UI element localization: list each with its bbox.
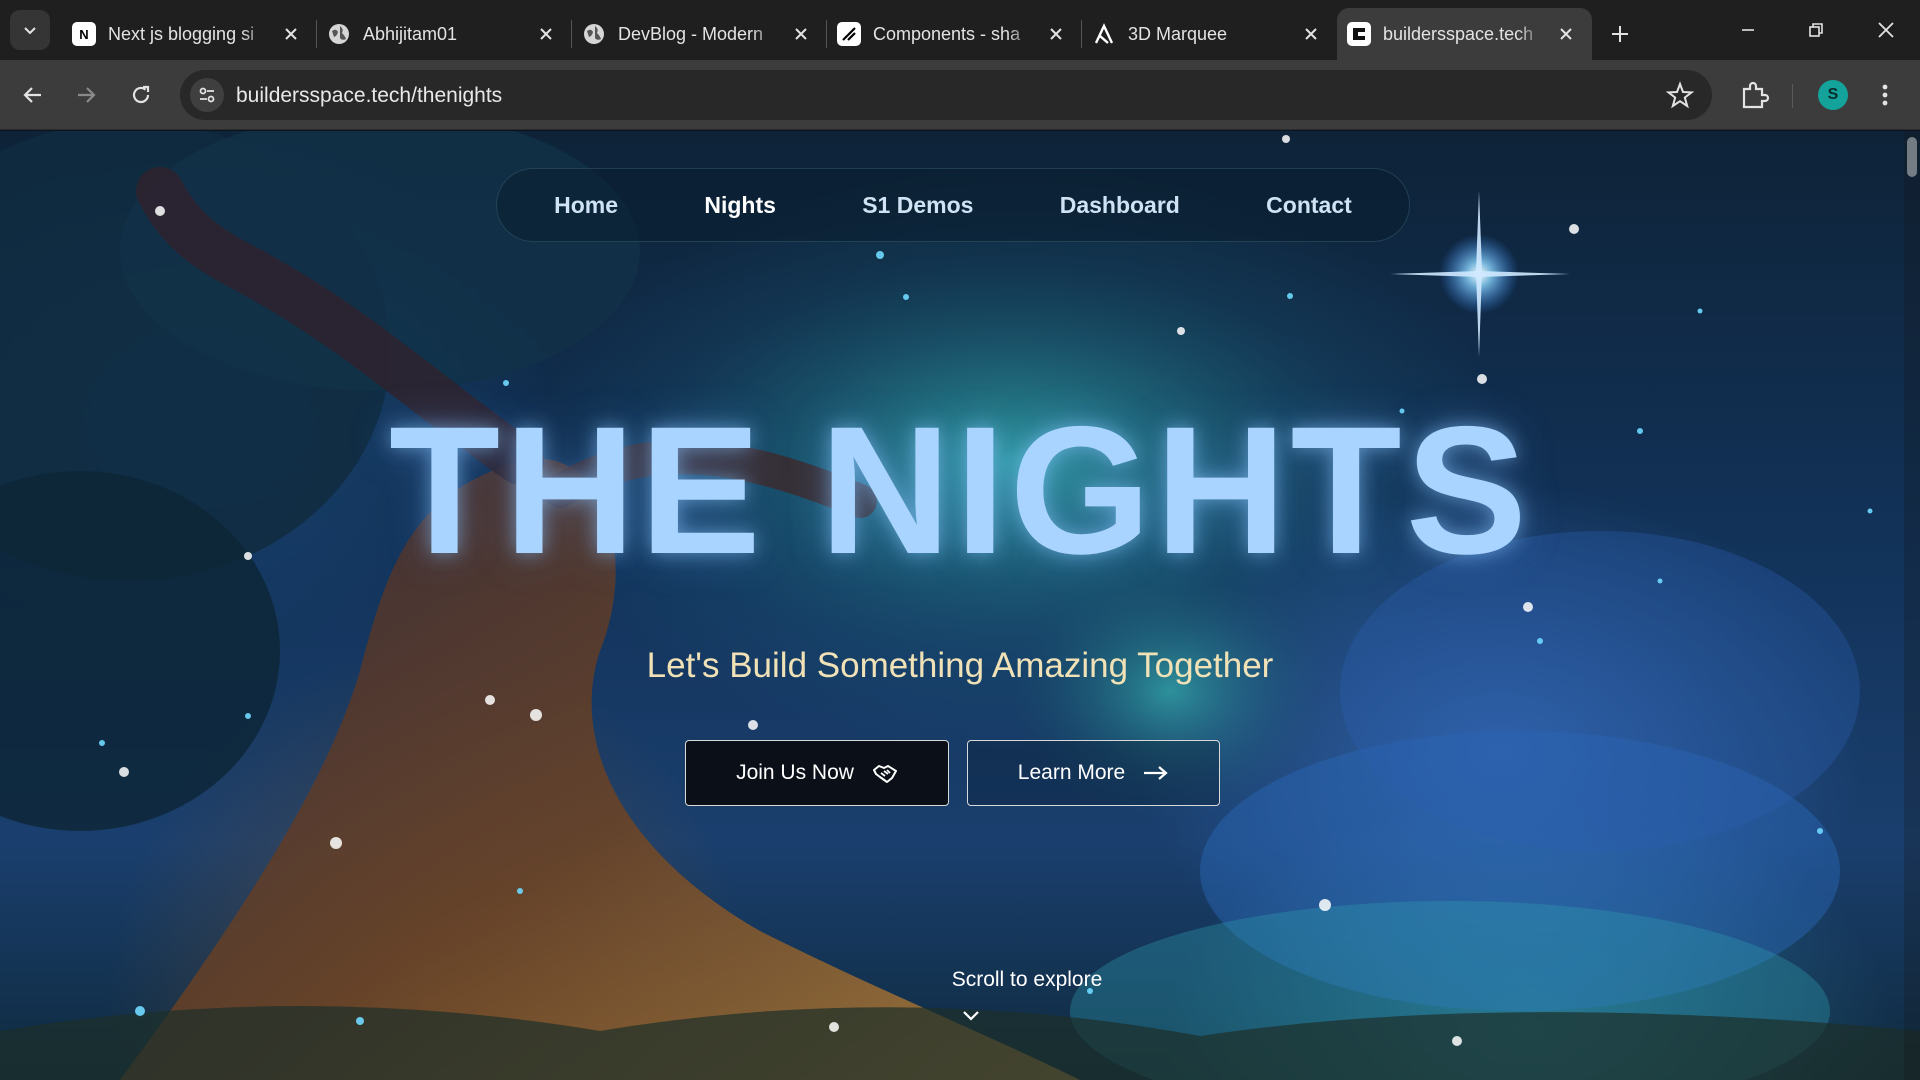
new-tab-button[interactable] bbox=[1598, 12, 1642, 56]
close-icon[interactable] bbox=[789, 22, 813, 46]
nav-contact[interactable]: Contact bbox=[1266, 192, 1352, 219]
hero-title: THE NIGHTS bbox=[388, 388, 1532, 592]
scrollbar-thumb[interactable] bbox=[1907, 137, 1917, 177]
tab-next-js-blogging[interactable]: N Next js blogging si bbox=[62, 8, 317, 60]
tab-devblog[interactable]: DevBlog - Modern bbox=[572, 8, 827, 60]
tab-title: buildersspace.tech bbox=[1383, 23, 1534, 44]
reload-button[interactable] bbox=[121, 75, 161, 115]
aceternity-icon bbox=[1092, 22, 1116, 46]
page-viewport[interactable]: Home Nights S1 Demos Dashboard Contact T… bbox=[0, 131, 1920, 1080]
toolbar-divider bbox=[1792, 84, 1793, 108]
minimize-icon bbox=[1742, 29, 1754, 31]
builders-space-icon bbox=[1347, 22, 1371, 46]
learn-more-button[interactable]: Learn More bbox=[967, 740, 1220, 806]
close-window-button[interactable] bbox=[1852, 0, 1920, 60]
tab-title: Next js blogging si bbox=[108, 23, 255, 44]
chevron-down-icon bbox=[24, 27, 36, 35]
restore-icon bbox=[1809, 23, 1823, 37]
tab-components-shadcn[interactable]: Components - sha bbox=[827, 8, 1082, 60]
arrow-right-icon bbox=[1144, 766, 1168, 780]
tab-strip: N Next js blogging si Abhijitam01 DevBlo… bbox=[0, 0, 1920, 60]
browser-toolbar: buildersspace.tech/thenights S bbox=[0, 60, 1920, 130]
night-forest-background bbox=[0, 131, 1920, 1080]
close-icon bbox=[1878, 22, 1894, 38]
tab-buildersspace[interactable]: buildersspace.tech bbox=[1337, 8, 1592, 60]
tab-3d-marquee[interactable]: 3D Marquee bbox=[1082, 8, 1337, 60]
shadcn-slash-icon bbox=[837, 22, 861, 46]
close-icon[interactable] bbox=[534, 22, 558, 46]
more-menu-button[interactable] bbox=[1870, 80, 1900, 110]
nav-dashboard[interactable]: Dashboard bbox=[1060, 192, 1180, 219]
globe-icon bbox=[327, 22, 351, 46]
nav-s1-demos[interactable]: S1 Demos bbox=[862, 192, 973, 219]
scroll-hint: Scroll to explore bbox=[951, 968, 1103, 991]
tab-title: Components - sha bbox=[873, 23, 1021, 44]
join-us-label: Join Us Now bbox=[736, 761, 854, 784]
profile-avatar[interactable]: S bbox=[1818, 80, 1848, 110]
site-navigation: Home Nights S1 Demos Dashboard Contact bbox=[496, 168, 1410, 242]
tab-search-button[interactable] bbox=[10, 10, 50, 50]
back-button[interactable] bbox=[13, 75, 53, 115]
close-icon[interactable] bbox=[1044, 22, 1068, 46]
tab-title: Abhijitam01 bbox=[363, 23, 458, 44]
bookmark-star-icon[interactable] bbox=[1666, 81, 1694, 109]
plus-icon bbox=[1612, 26, 1628, 42]
restore-button[interactable] bbox=[1782, 0, 1850, 60]
tab-abhijitam01[interactable]: Abhijitam01 bbox=[317, 8, 572, 60]
page-scrollbar[interactable] bbox=[1904, 131, 1920, 1080]
extensions-puzzle-icon[interactable] bbox=[1736, 77, 1772, 113]
site-info-icon[interactable] bbox=[190, 78, 224, 112]
forward-button[interactable] bbox=[66, 75, 106, 115]
close-icon[interactable] bbox=[1554, 22, 1578, 46]
tab-title: DevBlog - Modern bbox=[618, 23, 764, 44]
more-vertical-icon bbox=[1882, 84, 1888, 106]
nav-nights[interactable]: Nights bbox=[704, 192, 776, 219]
handshake-icon bbox=[872, 765, 897, 783]
learn-more-label: Learn More bbox=[1017, 761, 1126, 784]
minimize-button[interactable] bbox=[1714, 0, 1782, 60]
chevron-down-icon[interactable] bbox=[960, 1009, 982, 1023]
nav-home[interactable]: Home bbox=[554, 192, 618, 219]
hero-subtitle: Let's Build Something Amazing Together bbox=[646, 646, 1274, 685]
tab-title: 3D Marquee bbox=[1128, 23, 1228, 44]
reload-icon bbox=[132, 85, 150, 104]
close-icon[interactable] bbox=[1299, 22, 1323, 46]
join-us-button[interactable]: Join Us Now bbox=[685, 740, 949, 806]
next-js-icon: N bbox=[72, 22, 96, 46]
close-icon[interactable] bbox=[279, 22, 303, 46]
globe-icon bbox=[582, 22, 606, 46]
address-url[interactable]: buildersspace.tech/thenights bbox=[236, 84, 502, 108]
tab-list: N Next js blogging si Abhijitam01 DevBlo… bbox=[62, 8, 1642, 60]
address-bar[interactable]: buildersspace.tech/thenights bbox=[180, 70, 1712, 120]
arrow-right-icon bbox=[78, 87, 96, 103]
arrow-left-icon bbox=[23, 87, 41, 103]
